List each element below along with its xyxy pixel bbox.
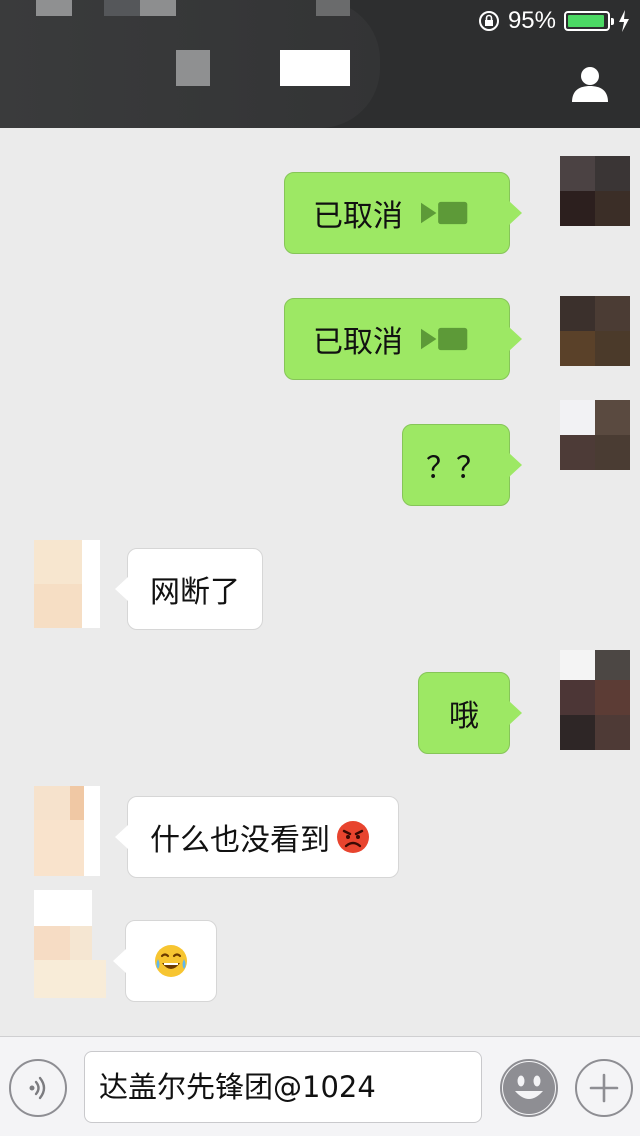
message-bubble[interactable]: 什么也没看到 [115, 796, 399, 878]
voice-play-icon [421, 201, 468, 225]
pixel-block [140, 0, 176, 16]
my-avatar[interactable] [560, 156, 630, 226]
orientation-lock-icon [478, 11, 499, 31]
battery-icon [564, 11, 614, 31]
message-text: 已取消 [313, 199, 403, 234]
battery-fill [568, 15, 605, 27]
contact-avatar[interactable] [20, 890, 106, 998]
message-composer: 达盖尔先锋团@1024 [0, 1036, 640, 1136]
emoji-button[interactable] [500, 1059, 558, 1117]
pixel-block [36, 0, 72, 16]
message-text: 网断了 [150, 575, 240, 610]
message-bubble[interactable]: 已取消 [284, 172, 522, 254]
contact-avatar[interactable] [34, 540, 100, 628]
angry-face-icon [337, 821, 369, 853]
person-icon[interactable] [570, 64, 610, 104]
message-bubble[interactable] [113, 920, 217, 1002]
tears-of-joy-face-icon [155, 945, 187, 977]
more-button[interactable] [575, 1059, 633, 1117]
pixel-block [176, 50, 210, 86]
pixel-block [280, 50, 350, 86]
chat-header: 95% [0, 0, 640, 128]
battery-percent: 95% [507, 7, 556, 34]
pixel-block [104, 0, 140, 16]
message-bubble[interactable]: 哦 [418, 672, 522, 754]
my-avatar[interactable] [560, 296, 630, 366]
pixel-block [316, 0, 350, 16]
message-input[interactable]: 达盖尔先锋团@1024 [84, 1051, 482, 1123]
message-bubble[interactable]: 网断了 [115, 548, 263, 630]
charging-bolt-icon [619, 10, 629, 32]
contact-avatar[interactable] [34, 786, 100, 876]
my-avatar[interactable] [560, 400, 630, 470]
message-text: 什么也没看到 [150, 823, 330, 858]
message-text: 哦 [449, 699, 479, 734]
smiley-icon [503, 1062, 555, 1114]
message-text: ？？ [426, 451, 486, 486]
voice-play-icon [421, 327, 468, 351]
plus-icon [589, 1073, 619, 1103]
voice-input-button[interactable] [9, 1059, 67, 1117]
message-text: 已取消 [313, 325, 403, 360]
my-avatar[interactable] [560, 650, 630, 750]
status-bar-right: 95% [478, 6, 630, 36]
voice-icon [29, 1076, 46, 1100]
message-bubble[interactable]: 已取消 [284, 298, 522, 380]
message-bubble[interactable]: ？？ [402, 424, 522, 506]
